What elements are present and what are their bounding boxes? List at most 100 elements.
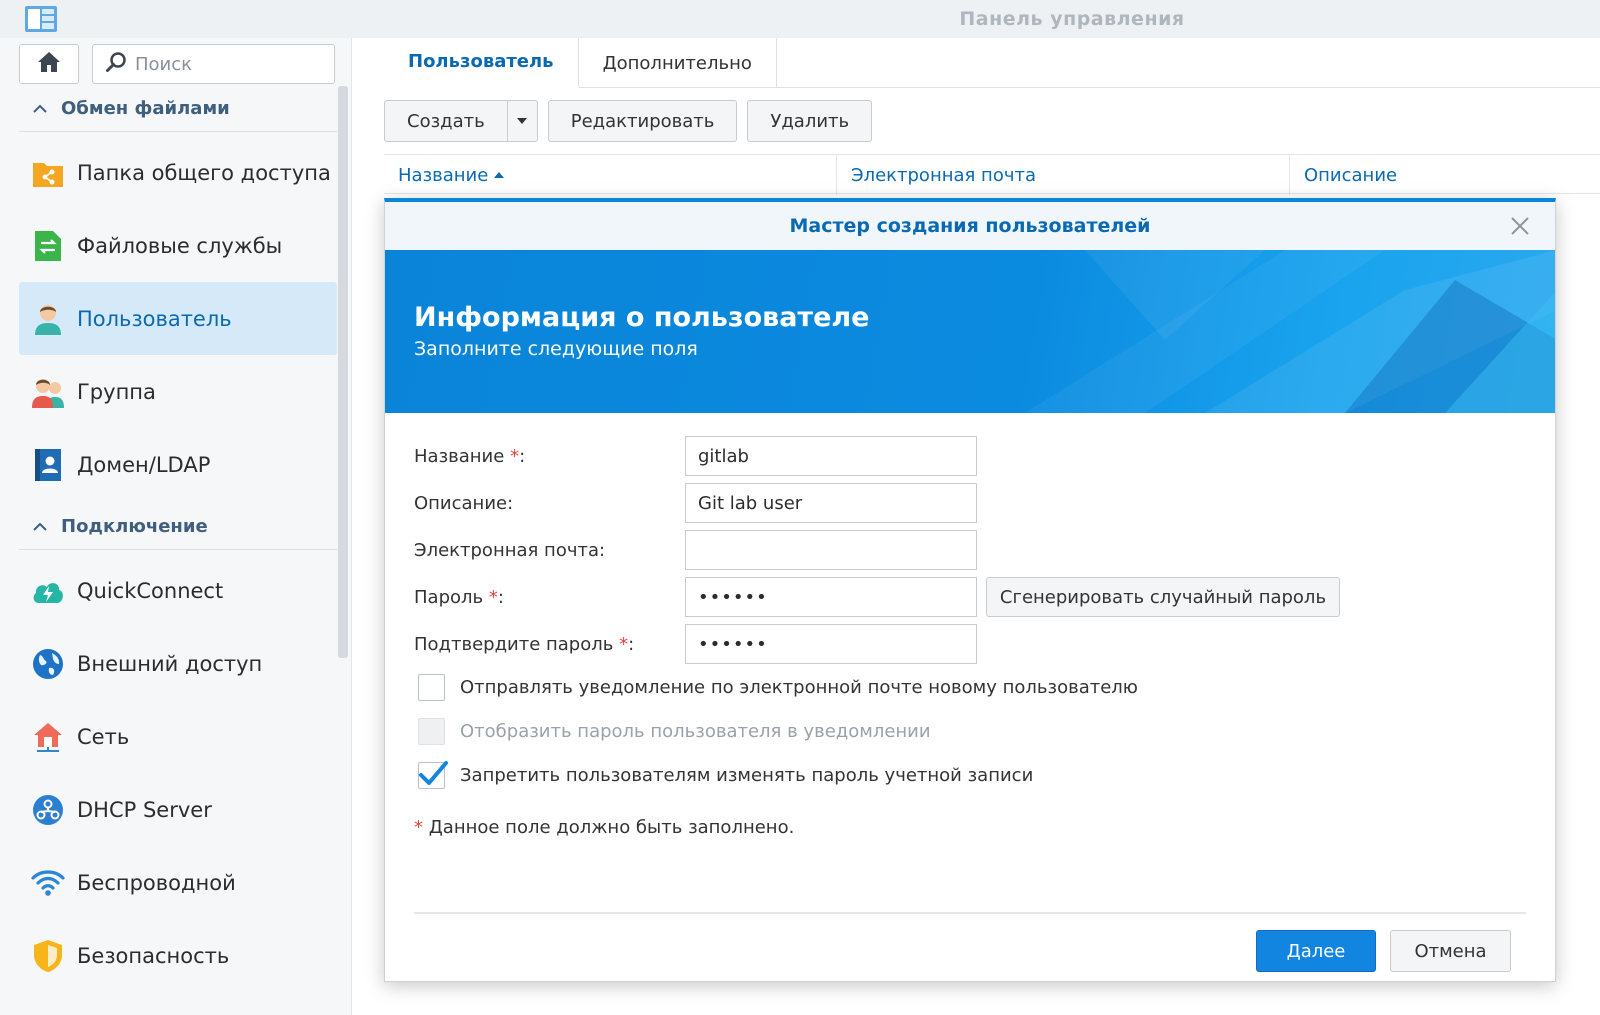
column-header-name[interactable]: Название — [384, 155, 837, 195]
sidebar-item-user[interactable]: Пользователь — [19, 282, 337, 355]
sidebar-item-group[interactable]: Группа — [19, 355, 337, 428]
email-label: Электронная почта: — [414, 540, 606, 561]
description-label: Описание: — [414, 493, 514, 514]
disallow-password-change-option[interactable]: Запретить пользователям изменять пароль … — [418, 761, 1034, 789]
network-icon — [31, 720, 65, 754]
dialog-header: Мастер создания пользователей — [385, 202, 1555, 250]
search-box[interactable] — [92, 44, 335, 84]
shield-icon — [31, 939, 65, 973]
email-field[interactable] — [685, 530, 977, 570]
users-grid-header: Название Электронная почта Описание — [384, 154, 1600, 195]
required-marker: * — [488, 587, 498, 608]
close-icon[interactable] — [1509, 215, 1531, 237]
external-access-icon — [31, 647, 65, 681]
checkbox-label: Запретить пользователям изменять пароль … — [460, 765, 1034, 786]
sidebar-item-wireless[interactable]: Беспроводной — [19, 846, 337, 919]
show-password-checkbox — [418, 718, 445, 745]
edit-button[interactable]: Редактировать — [547, 100, 738, 142]
sidebar-item-label: Сеть — [77, 724, 130, 749]
sidebar-item-domain-ldap[interactable]: Домен/LDAP — [19, 428, 337, 501]
home-icon — [36, 50, 62, 78]
email-input[interactable] — [698, 539, 976, 561]
notify-email-checkbox[interactable] — [418, 674, 445, 701]
tab-bar: Пользователь Дополнительно — [384, 38, 1600, 88]
sidebar-item-label: Беспроводной — [77, 870, 236, 895]
sidebar-item-security[interactable]: Безопасность — [19, 919, 337, 992]
shared-folder-icon — [31, 156, 65, 190]
create-user-wizard-dialog: Мастер создания пользователей Информация… — [384, 198, 1556, 982]
banner-title: Информация о пользователе — [414, 302, 870, 333]
delete-button[interactable]: Удалить — [747, 100, 873, 142]
sidebar-scrollbar[interactable] — [338, 86, 348, 658]
column-header-label: Название — [398, 164, 489, 186]
dhcp-server-icon — [31, 793, 65, 827]
description-input[interactable] — [698, 492, 976, 514]
disallow-password-change-checkbox[interactable] — [418, 761, 448, 789]
password-masked-value: •••••• — [698, 586, 768, 608]
dialog-title: Мастер создания пользователей — [789, 215, 1151, 237]
column-header-label: Электронная почта — [851, 164, 1036, 186]
required-marker: * — [619, 634, 629, 655]
sidebar-item-external-access[interactable]: Внешний доступ — [19, 627, 337, 700]
next-button[interactable]: Далее — [1256, 930, 1376, 972]
confirm-password-label: Подтвердите пароль *: — [414, 634, 635, 655]
sidebar-item-shared-folder[interactable]: Папка общего доступа — [19, 136, 337, 209]
caret-down-icon — [517, 118, 528, 124]
sidebar-item-label: Пользователь — [77, 306, 232, 331]
sidebar-item-network[interactable]: Сеть — [19, 700, 337, 773]
sidebar-item-label: Группа — [77, 379, 156, 404]
tab-user[interactable]: Пользователь — [384, 38, 579, 88]
create-split-button: Создать — [384, 100, 538, 142]
checkbox-label: Отобразить пароль пользователя в уведомл… — [460, 721, 931, 742]
tab-advanced[interactable]: Дополнительно — [579, 38, 777, 88]
sidebar-item-label: Домен/LDAP — [77, 452, 211, 477]
sidebar-item-label: Файловые службы — [77, 233, 283, 258]
column-header-label: Описание — [1304, 164, 1398, 186]
toolbar: Создать Редактировать Удалить — [384, 100, 873, 142]
notify-email-option[interactable]: Отправлять уведомление по электронной по… — [418, 674, 1138, 701]
sidebar-item-label: Безопасность — [77, 943, 230, 968]
section-label: Обмен файлами — [61, 98, 230, 119]
description-field[interactable] — [685, 483, 977, 523]
column-header-description[interactable]: Описание — [1290, 155, 1600, 195]
sidebar-item-label: QuickConnect — [77, 578, 224, 603]
sidebar-item-label: Папка общего доступа — [77, 160, 331, 185]
sidebar-item-quickconnect[interactable]: QuickConnect — [19, 554, 337, 627]
wireless-icon — [31, 866, 65, 900]
sidebar-item-label: Внешний доступ — [77, 651, 263, 676]
sidebar-item-dhcp-server[interactable]: DHCP Server — [19, 773, 337, 846]
domain-ldap-icon — [31, 448, 65, 482]
chevron-up-icon — [33, 104, 47, 113]
name-field[interactable] — [685, 436, 977, 476]
sort-ascending-icon — [494, 172, 505, 178]
column-header-email[interactable]: Электронная почта — [837, 155, 1290, 195]
banner-subtitle: Заполните следующие поля — [414, 338, 698, 360]
sidebar: Обмен файлами Папка общего доступа Файло… — [0, 38, 352, 1015]
home-button[interactable] — [19, 44, 79, 84]
name-input[interactable] — [698, 445, 976, 467]
required-marker: * — [510, 446, 520, 467]
generate-password-button[interactable]: Сгенерировать случайный пароль — [986, 577, 1340, 617]
group-icon — [31, 375, 65, 409]
section-connectivity[interactable]: Подключение — [19, 504, 337, 550]
quickconnect-icon — [31, 574, 65, 608]
create-menu-button[interactable] — [507, 100, 538, 142]
search-icon — [105, 51, 127, 77]
confirm-password-masked-value: •••••• — [698, 633, 768, 655]
password-label: Пароль *: — [414, 587, 504, 608]
create-button[interactable]: Создать — [384, 100, 508, 142]
show-password-option: Отобразить пароль пользователя в уведомл… — [418, 718, 931, 745]
confirm-password-field[interactable]: •••••• — [685, 624, 977, 664]
required-field-note: * Данное поле должно быть заполнено. — [414, 817, 795, 838]
cancel-button[interactable]: Отмена — [1390, 930, 1511, 972]
required-marker: * — [414, 817, 423, 838]
user-icon — [31, 302, 65, 336]
sidebar-item-label: DHCP Server — [77, 797, 212, 822]
sidebar-item-file-services[interactable]: Файловые службы — [19, 209, 337, 282]
section-label: Подключение — [61, 516, 208, 537]
search-input[interactable] — [135, 53, 315, 75]
checkbox-label: Отправлять уведомление по электронной по… — [460, 677, 1138, 698]
checkmark-icon — [419, 761, 448, 785]
password-field[interactable]: •••••• — [685, 577, 977, 617]
section-file-sharing[interactable]: Обмен файлами — [19, 86, 337, 132]
